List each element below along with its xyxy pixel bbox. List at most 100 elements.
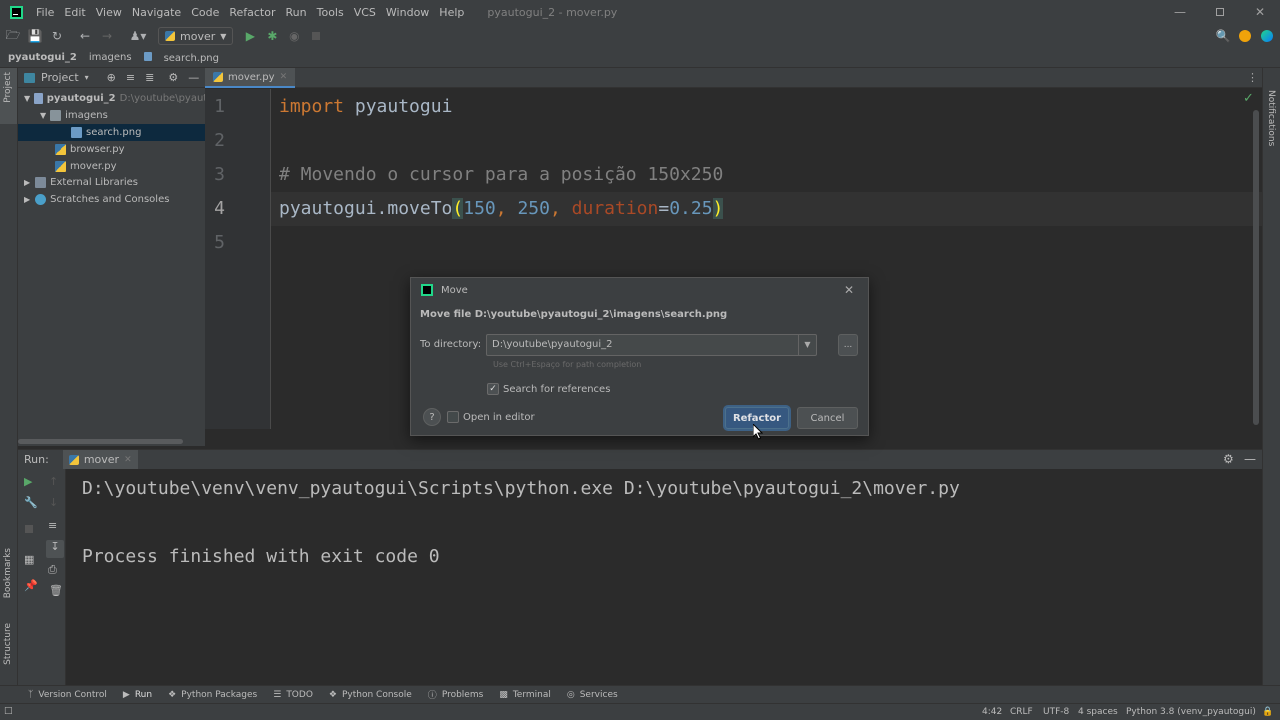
project-tool-tab[interactable]: Project [0,68,17,124]
minimize-button[interactable]: — [1160,0,1200,24]
up-icon[interactable]: ↑ [49,475,58,488]
search-everywhere-button[interactable]: 🔍 [1212,25,1234,47]
stop-button[interactable] [305,25,327,47]
breadcrumb-file[interactable]: search.png [143,51,231,64]
file-encoding[interactable]: UTF-8 [1043,707,1069,717]
tree-item-imagens[interactable]: ▼ imagens [18,107,205,124]
coverage-button[interactable]: ◉ [283,25,305,47]
collapse-all-icon[interactable]: ≣ [145,71,154,84]
wrench-icon[interactable]: 🔧 [24,496,38,509]
tool-terminal[interactable]: ▩ Terminal [499,690,551,700]
close-icon[interactable]: ✕ [280,72,288,82]
menu-window[interactable]: Window [381,6,434,19]
search-references-checkbox[interactable]: ✓ [487,383,499,395]
print-icon[interactable]: ⎙ [48,563,57,577]
rerun-icon[interactable]: ▶ [24,475,32,488]
close-window-button[interactable]: ✕ [1240,0,1280,24]
check-icon[interactable]: ✓ [1243,91,1254,106]
open-in-editor-checkbox[interactable] [447,411,459,423]
project-panel-title[interactable]: Project [41,71,79,84]
tool-run[interactable]: ▶ Run [123,690,152,700]
lock-icon[interactable]: 🔒 [1262,707,1273,717]
run-console[interactable]: D:\youtube\venv\venv_pyautogui\Scripts\p… [66,469,1262,685]
indent-setting[interactable]: 4 spaces [1078,707,1118,717]
python-interpreter[interactable]: Python 3.8 (venv_pyautogui) [1126,707,1256,717]
updates-button[interactable] [1234,25,1256,47]
expand-all-icon[interactable]: ≡ [126,71,135,84]
pin-icon[interactable]: 📌 [24,579,38,592]
help-button[interactable]: ? [423,408,441,426]
menu-run[interactable]: Run [281,6,312,19]
gear-icon[interactable]: ⚙ [1223,452,1234,466]
more-options-icon[interactable]: ⋮ [1247,71,1258,84]
breadcrumb-project[interactable]: pyautogui_2 [8,52,77,63]
browse-button[interactable]: ... [838,334,858,356]
python-file-icon [213,72,223,82]
layout-icon[interactable]: ▦ [24,553,34,566]
structure-tool-label[interactable]: Structure [3,623,13,665]
close-icon[interactable]: ✕ [124,455,132,465]
back-button[interactable]: ← [74,25,96,47]
close-icon: ✕ [1254,5,1266,19]
tool-todo[interactable]: ☰ TODO [273,690,313,700]
bookmarks-tool-label[interactable]: Bookmarks [3,548,13,598]
sync-button[interactable]: ↻ [46,25,68,47]
tree-item-external-libraries[interactable]: ▶ External Libraries [18,174,205,191]
caret-position[interactable]: 4:42 [982,707,1002,717]
hide-icon[interactable]: — [188,71,199,84]
menu-file[interactable]: File [31,6,59,19]
editor-vertical-scrollbar[interactable] [1253,110,1259,425]
down-icon[interactable]: ↓ [49,496,58,509]
gear-icon[interactable]: ⚙ [168,71,178,84]
menu-tools[interactable]: Tools [312,6,349,19]
tree-item-search-png[interactable]: search.png [18,124,205,141]
search-references-label[interactable]: Search for references [503,384,610,395]
tab-mover-py[interactable]: mover.py ✕ [205,68,296,88]
open-folder-button[interactable]: 🗁 [2,25,24,47]
trash-icon[interactable]: 🗑 [49,584,63,597]
run-button[interactable]: ▶ [239,25,261,47]
directory-dropdown-button[interactable]: ▼ [798,335,816,355]
tree-item-project-root[interactable]: ▼ pyautogui_2 D:\youtube\pyautogui [18,90,205,107]
locate-icon[interactable]: ⊕ [107,71,116,84]
forward-button[interactable]: → [96,25,118,47]
tree-item-scratches[interactable]: ▶ Scratches and Consoles [18,191,205,208]
chevron-down-icon: ▼ [24,94,31,103]
tool-python-console[interactable]: ❖ Python Console [329,690,412,700]
breadcrumb-folder[interactable]: imagens [89,52,132,63]
tree-label: pyautogui_2 [46,93,116,104]
jetbrains-ai-button[interactable] [1256,25,1278,47]
stop-icon[interactable] [25,525,33,533]
line-separator[interactable]: CRLF [1010,707,1033,717]
run-toolbar: ▶ ↑ 🔧 ↓ ≡ ▦ ↧ ⎙ 📌 🗑 [18,469,66,685]
menu-help[interactable]: Help [434,6,469,19]
menu-refactor[interactable]: Refactor [224,6,280,19]
tool-services[interactable]: ◎ Services [567,690,618,700]
layout-toggle-icon[interactable]: □ [4,706,13,716]
project-horizontal-scrollbar[interactable] [18,439,183,444]
menu-vcs[interactable]: VCS [349,6,381,19]
tool-version-control[interactable]: ᛉ Version Control [28,690,107,700]
hide-icon[interactable]: — [1244,452,1256,466]
run-tab-mover[interactable]: mover ✕ [62,449,138,470]
to-directory-field[interactable]: D:\youtube\pyautogui_2 ▼ [486,334,817,356]
close-icon[interactable]: ✕ [844,283,854,297]
tree-item-mover-py[interactable]: mover.py [18,158,205,175]
soft-wrap-icon[interactable]: ≡ [48,519,57,532]
menu-view[interactable]: View [91,6,127,19]
open-in-editor-label[interactable]: Open in editor [463,412,535,423]
menu-edit[interactable]: Edit [59,6,90,19]
vcs-user-button[interactable]: ♟▾ [124,25,152,47]
scroll-to-end-icon[interactable]: ↧ [46,540,64,558]
menu-code[interactable]: Code [186,6,224,19]
save-all-button[interactable]: 💾 [24,25,46,47]
tool-problems[interactable]: ⓘ Problems [428,688,484,702]
tree-item-browser-py[interactable]: browser.py [18,141,205,158]
maximize-button[interactable] [1200,0,1240,24]
notifications-tool-label[interactable]: Notifications [1266,90,1276,146]
debug-button[interactable]: ✱ [261,25,283,47]
cancel-button[interactable]: Cancel [797,407,858,429]
run-config-select[interactable]: mover ▼ [158,27,234,45]
tool-python-packages[interactable]: ❖ Python Packages [168,690,257,700]
menu-navigate[interactable]: Navigate [127,6,186,19]
